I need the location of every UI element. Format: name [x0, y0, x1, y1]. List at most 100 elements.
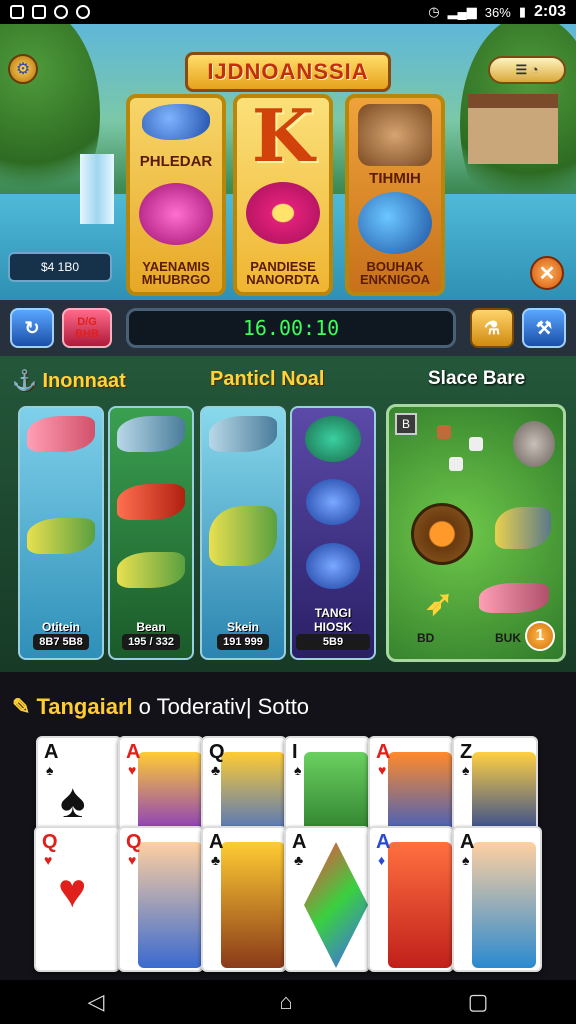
fish-column[interactable]: TANGI HIOSK 5B9: [290, 406, 376, 660]
fish-column-value: 8B7 5B8: [33, 634, 89, 650]
slot-reel-3[interactable]: TIHMIH BOUHAK ENKNIGOA: [345, 94, 445, 296]
bet-button[interactable]: D/G BHB: [62, 308, 112, 348]
space-base-panel[interactable]: B ➶ BD BUK 1: [386, 404, 566, 662]
refresh-button[interactable]: ↻: [10, 308, 54, 348]
section-heading-left-text: Inonnaat: [42, 370, 126, 392]
section-heading-left: ⚓ Inonnaat: [12, 368, 126, 393]
alarm-icon: ◷: [428, 4, 440, 19]
card-center-suit: ♥: [58, 865, 87, 918]
island-hut: [468, 94, 558, 164]
playing-card[interactable]: Q ♥: [118, 826, 204, 972]
fish-column[interactable]: Otitein 8B7 5B8: [18, 406, 104, 660]
cards-heading: ✎ Tangaiarl o Toderativ| Sotto: [12, 694, 309, 720]
tuna-icon: [117, 416, 185, 452]
crab-icon: [437, 425, 451, 439]
arrow-icon: ➶: [425, 584, 454, 622]
fish-column[interactable]: Skein 191 999: [200, 406, 286, 660]
signal-icon: ▂▄▆: [447, 4, 477, 19]
playing-card[interactable]: A ♣: [201, 826, 287, 972]
k-symbol: K: [251, 92, 315, 178]
section-heading-right: Slace Bare: [428, 368, 526, 389]
status-bar: ◷ ▂▄▆ 36% ▮ 2:03: [0, 0, 576, 24]
reel-1-top-label: PHLEDAR: [139, 153, 213, 170]
yellow-fish-icon: [27, 518, 95, 554]
urchin-symbol-icon: [139, 183, 213, 245]
red-fish-icon: [117, 484, 185, 520]
game-screen: ◷ ▂▄▆ 36% ▮ 2:03 ⚙ IJDNOANSSIA ☰ ◔ PHLED…: [0, 0, 576, 1024]
card-rank: A: [376, 741, 391, 763]
clock: 2:03: [533, 3, 566, 20]
settings-button[interactable]: ⚙: [8, 54, 38, 84]
swordfish-icon: [209, 506, 277, 566]
close-button[interactable]: ✕: [530, 256, 564, 290]
big-fish-icon: [495, 507, 551, 549]
battery-percent: 36%: [484, 4, 511, 20]
card-suit: ♠: [462, 852, 470, 868]
card-rank: A: [44, 741, 59, 763]
tuna-icon: [209, 416, 277, 452]
fish-column-label: Bean 195 / 332: [122, 620, 180, 650]
waterfall: [80, 154, 114, 224]
shop-button[interactable]: ⚗: [470, 308, 514, 348]
home-icon[interactable]: ⌂: [279, 989, 292, 1015]
image-icon: [32, 5, 46, 19]
fish-column-label: TANGI HIOSK 5B9: [296, 606, 370, 650]
turtle-icon: [305, 416, 361, 462]
fish-column-value: 5B9: [296, 633, 370, 650]
reel-3-top-label: TIHMIH: [369, 170, 421, 188]
monkey-symbol-icon: [358, 104, 432, 166]
playing-card[interactable]: A ♠: [452, 826, 542, 972]
puffer-fish-icon: [306, 479, 360, 526]
card-suit: ♥: [128, 852, 137, 868]
card-art: [304, 842, 368, 968]
status-icons-left: [10, 5, 90, 19]
card-suit: ♥: [378, 762, 387, 778]
card-suit: ♠: [46, 762, 54, 778]
balance-display: $4 1B0: [8, 252, 112, 282]
fish-column-name: Otitein: [41, 620, 80, 634]
card-suit: ♠: [462, 762, 470, 778]
fish-column[interactable]: Bean 195 / 332: [108, 406, 194, 660]
fish-column-name: Bean: [136, 620, 166, 634]
timer-display: 16.00:10: [126, 308, 456, 348]
back-icon[interactable]: ◁: [87, 989, 104, 1015]
card-art: [221, 842, 285, 968]
fish-column-name: Skein: [226, 620, 259, 634]
slot-reel-1[interactable]: PHLEDAR YAENAMIS MHUBRGO: [126, 94, 226, 296]
card-center-suit: ♠: [60, 775, 86, 828]
recents-icon[interactable]: ▢: [468, 989, 489, 1015]
tools-button[interactable]: ⚒: [522, 308, 566, 348]
card-art: [138, 842, 202, 968]
corner-badge: B: [395, 413, 417, 435]
pink-fish-icon: [27, 416, 95, 452]
playing-card[interactable]: Q ♥ ♥: [34, 826, 120, 972]
navigation-bar: ◁ ⌂ ▢: [0, 980, 576, 1024]
shell-icon: [449, 457, 463, 471]
fish-column-label: Skein 191 999: [217, 620, 269, 650]
card-suit: ♣: [294, 852, 304, 868]
card-rank: I: [292, 741, 298, 763]
seal-icon: [513, 421, 555, 467]
menu-button[interactable]: ☰ ◔: [488, 56, 566, 84]
pink-fish-icon: [479, 583, 549, 613]
game-title: IJDNOANSSIA: [185, 52, 391, 92]
card-rank: Q: [209, 741, 225, 763]
tag-icon: ✎: [12, 694, 31, 719]
fish-column-name: TANGI HIOSK: [313, 605, 352, 634]
card-suit: ♣: [211, 852, 221, 868]
refresh-icon: ↻: [24, 317, 40, 338]
blue-fish-symbol-icon: [358, 191, 432, 254]
notification-icon: [10, 5, 24, 19]
fish-symbol-icon: [142, 104, 210, 140]
cards-heading-main: Tangaiarl: [36, 694, 133, 719]
slot-reel-2[interactable]: K PANDIESE NANORDTA: [233, 92, 333, 296]
shield-icon: [411, 503, 473, 565]
ring-symbol-icon: [246, 182, 320, 244]
panel-left-text: BD: [417, 631, 435, 645]
count-badge[interactable]: 1: [525, 621, 555, 651]
playing-card[interactable]: A ♦: [368, 826, 454, 972]
location-icon: [76, 5, 90, 19]
slot-machine-area: ⚙ IJDNOANSSIA ☰ ◔ PHLEDAR YAENAMIS MHUBR…: [0, 24, 576, 300]
yellow-fish-icon: [117, 552, 185, 588]
playing-card[interactable]: A ♣: [284, 826, 370, 972]
